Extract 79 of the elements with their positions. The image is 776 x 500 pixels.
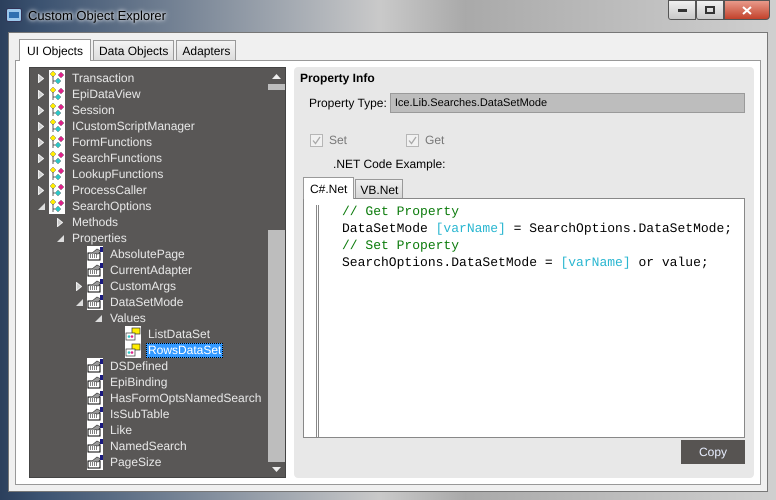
- code-line: // Set Property: [342, 237, 460, 254]
- maximize-button[interactable]: [696, 0, 724, 20]
- collapse-icon[interactable]: [38, 202, 45, 210]
- expand-icon[interactable]: [76, 282, 82, 290]
- window-icon: [6, 8, 22, 22]
- maximize-icon: [705, 6, 715, 14]
- expand-icon[interactable]: [38, 138, 44, 146]
- collapse-icon[interactable]: [95, 314, 102, 322]
- tab[interactable]: UI Objects: [19, 39, 92, 61]
- expand-icon[interactable]: [38, 90, 44, 98]
- tree-item[interactable]: CurrentAdapter: [108, 262, 194, 278]
- collapse-icon[interactable]: [57, 234, 64, 242]
- checkbox-label: Set: [329, 133, 348, 147]
- tree-item[interactable]: IsSubTable: [108, 406, 172, 422]
- property-icon: [87, 406, 103, 422]
- tab[interactable]: Data Objects: [93, 40, 174, 60]
- copy-button[interactable]: Copy: [681, 440, 745, 464]
- property-icon: [87, 422, 103, 438]
- code-line: SearchOptions.DataSetMode = [varName] or value;: [342, 254, 710, 271]
- expand-icon[interactable]: [38, 106, 44, 114]
- expand-icon[interactable]: [38, 74, 44, 82]
- expand-icon[interactable]: [38, 154, 44, 162]
- code-editor[interactable]: // Get Property DataSetMode [varName] = SearchOptions.DataSetMode; // Set Property SearchOptions.DataSetMode = [varName] or value;: [303, 198, 745, 438]
- tree-item[interactable]: LookupFunctions: [70, 166, 166, 182]
- checkbox-label: Get: [425, 133, 444, 147]
- property-icon: [87, 438, 103, 454]
- tree-item[interactable]: Like: [108, 422, 134, 438]
- property-icon: [87, 358, 103, 374]
- tree-item[interactable]: EpiDataView: [70, 86, 142, 102]
- collapse-icon[interactable]: [76, 298, 83, 306]
- tree-item[interactable]: DataSetMode: [108, 294, 186, 310]
- field-label: Property Type:: [309, 96, 387, 110]
- minimize-icon: [678, 8, 686, 12]
- tree-item[interactable]: Session: [70, 102, 117, 118]
- section-label: .NET Code Example:: [333, 157, 446, 171]
- property-icon: [87, 390, 103, 406]
- close-button[interactable]: [724, 0, 770, 20]
- tree-item[interactable]: DSDefined: [108, 358, 170, 374]
- tab[interactable]: Adapters: [176, 40, 236, 60]
- property-icon: [87, 278, 103, 294]
- property-icon: [87, 262, 103, 278]
- tree-item[interactable]: Methods: [70, 214, 120, 230]
- tree-item[interactable]: AbsolutePage: [108, 246, 187, 262]
- value-icon: [125, 326, 141, 342]
- tree-item[interactable]: NamedSearch: [108, 438, 189, 454]
- tree-item[interactable]: CustomArgs: [108, 278, 178, 294]
- tab[interactable]: C#.Net: [303, 177, 354, 199]
- scrollbar-thumb[interactable]: [268, 84, 285, 90]
- expand-icon[interactable]: [57, 218, 63, 226]
- tree-item[interactable]: SearchFunctions: [70, 150, 164, 166]
- tree-item[interactable]: FormFunctions: [70, 134, 154, 150]
- property-type-field: Ice.Lib.Searches.DataSetMode: [390, 93, 745, 113]
- code-line: DataSetMode [varName] = SearchOptions.DataSetMode;: [342, 220, 732, 237]
- tree-item[interactable]: Values: [108, 310, 148, 326]
- value-icon: [125, 342, 141, 358]
- tree-item[interactable]: EpiBinding: [108, 374, 170, 390]
- property-icon: [87, 454, 103, 470]
- tree-item[interactable]: ICustomScriptManager: [70, 118, 197, 134]
- expand-icon[interactable]: [38, 186, 44, 194]
- tree-item[interactable]: PageSize: [108, 454, 164, 470]
- property-icon: [87, 246, 103, 262]
- tree-item[interactable]: SearchOptions: [70, 198, 154, 214]
- close-icon: [742, 6, 752, 14]
- expand-icon[interactable]: [38, 170, 44, 178]
- window-title: Custom Object Explorer: [28, 8, 166, 22]
- tree-item[interactable]: ProcessCaller: [70, 182, 149, 198]
- group-title: Property Info: [300, 71, 376, 85]
- tree-item[interactable]: Transaction: [70, 70, 136, 86]
- expand-icon[interactable]: [38, 122, 44, 130]
- property-icon: [87, 374, 103, 390]
- tree-item[interactable]: RowsDataSet: [146, 342, 224, 358]
- property-icon: [87, 294, 103, 310]
- tab[interactable]: VB.Net: [355, 179, 404, 198]
- code-line: // Get Property: [342, 203, 460, 220]
- minimize-button[interactable]: [668, 0, 696, 20]
- tree-item[interactable]: Properties: [70, 230, 129, 246]
- tree-item[interactable]: ListDataSet: [146, 326, 212, 342]
- tree-item[interactable]: HasFormOptsNamedSearch: [108, 390, 264, 406]
- scrollbar-thumb[interactable]: [268, 230, 285, 462]
